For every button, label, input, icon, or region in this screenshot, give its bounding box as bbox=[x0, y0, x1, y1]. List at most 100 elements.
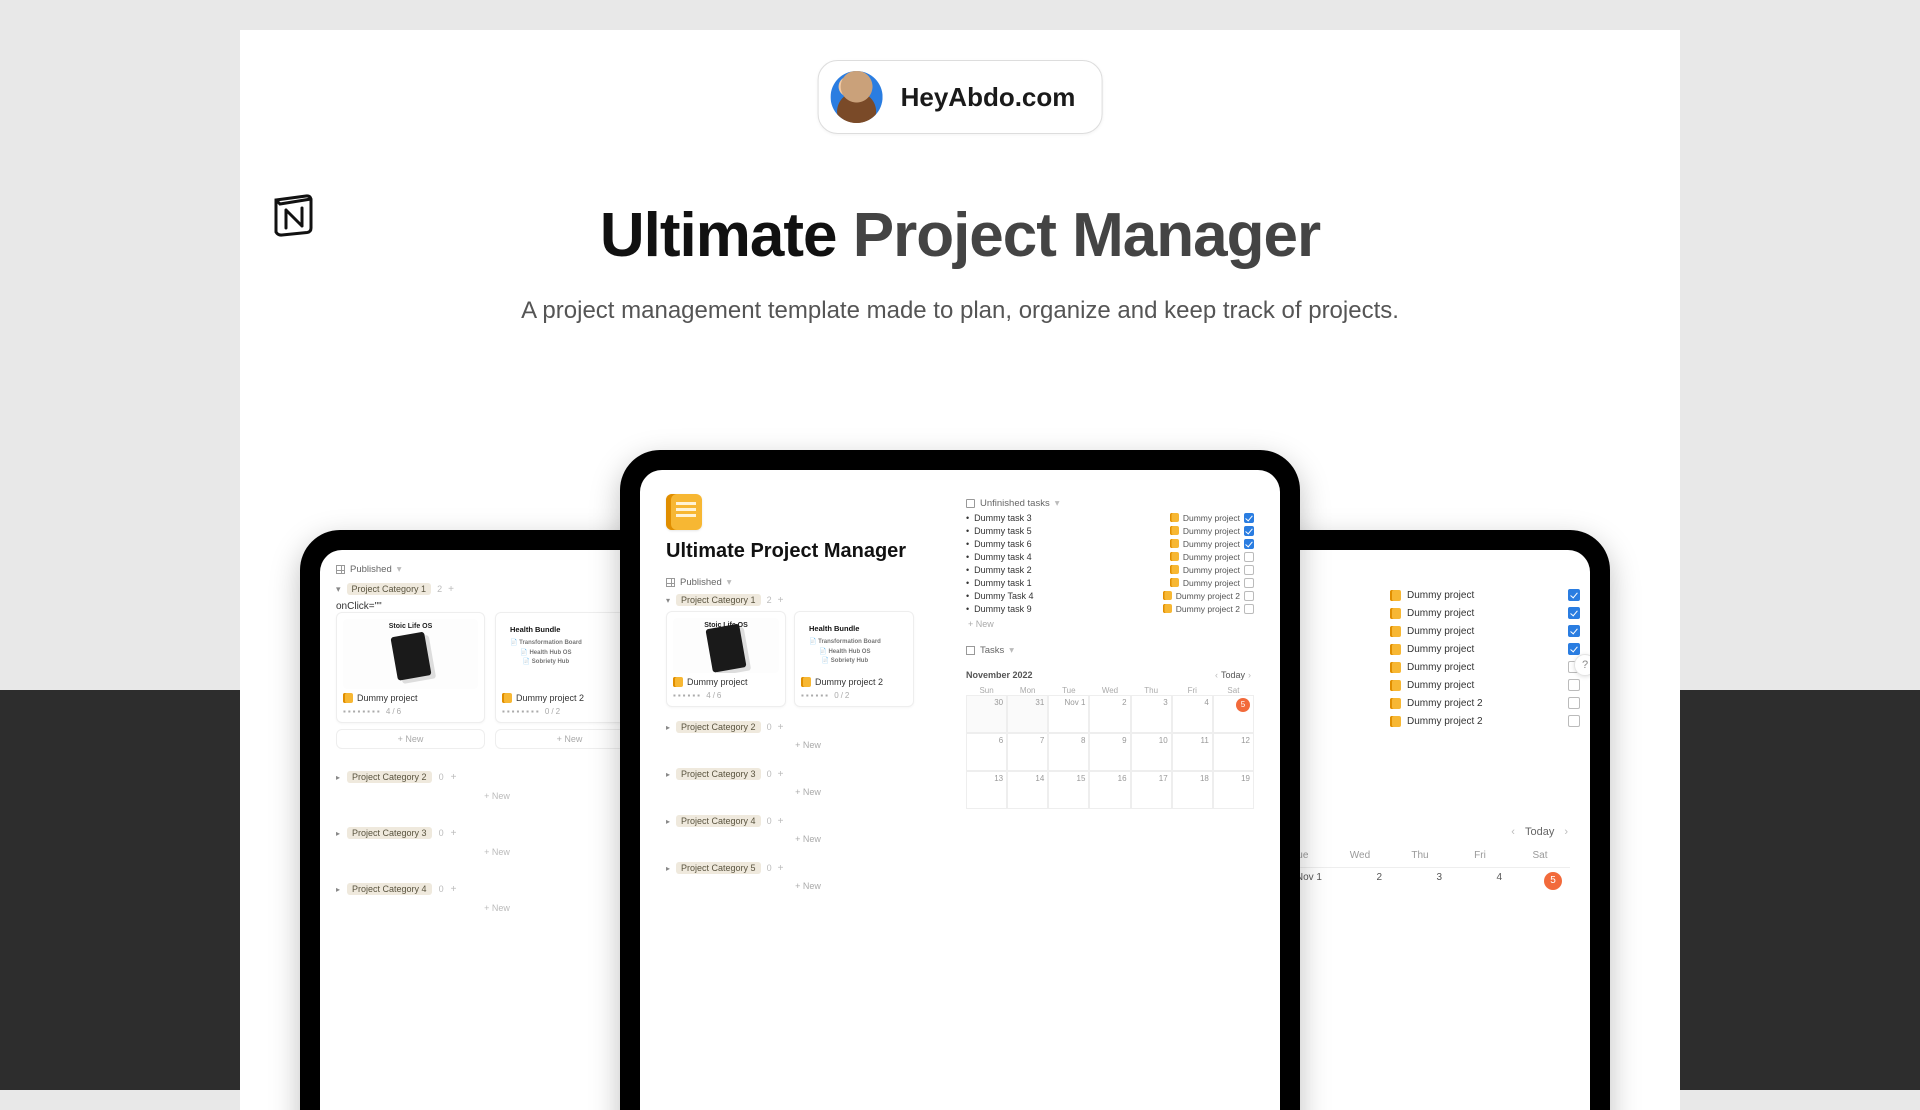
new-card-button[interactable]: New bbox=[680, 830, 936, 848]
add-icon[interactable]: + bbox=[778, 863, 784, 874]
calendar-next[interactable]: › bbox=[1245, 670, 1254, 680]
calendar-cell[interactable]: 3 bbox=[1131, 695, 1172, 733]
calendar-cell[interactable]: 17 bbox=[1131, 771, 1172, 809]
new-card-button[interactable]: New bbox=[336, 729, 485, 749]
week-next[interactable]: › bbox=[1564, 826, 1568, 838]
task-row[interactable]: Dummy task 1 Dummy project bbox=[966, 576, 1254, 589]
task-row[interactable]: Dummy task 2 Dummy project bbox=[966, 563, 1254, 576]
project-checkbox[interactable] bbox=[1568, 643, 1580, 655]
project-card[interactable]: Dummy project ▪▪▪▪▪▪▪▪ 4/6 bbox=[336, 612, 485, 723]
task-checkbox[interactable] bbox=[1244, 604, 1254, 614]
add-icon[interactable]: + bbox=[451, 828, 457, 839]
project-checkbox[interactable] bbox=[1568, 589, 1580, 601]
project-checkbox[interactable] bbox=[1568, 679, 1580, 691]
project-row[interactable]: Dummy project bbox=[1390, 676, 1580, 694]
help-button[interactable]: ? bbox=[1574, 654, 1590, 676]
calendar-cell[interactable]: 30 bbox=[966, 695, 1007, 733]
calendar-prev[interactable]: ‹ bbox=[1212, 670, 1221, 680]
add-icon[interactable]: + bbox=[451, 772, 457, 783]
calendar-cell[interactable]: 11 bbox=[1172, 733, 1213, 771]
week-day-cell[interactable]: 5 bbox=[1510, 867, 1570, 920]
new-card-button[interactable]: New bbox=[680, 736, 936, 754]
task-checkbox[interactable] bbox=[1244, 565, 1254, 575]
project-row[interactable]: Dummy project bbox=[1390, 604, 1580, 622]
task-checkbox[interactable] bbox=[1244, 591, 1254, 601]
add-icon[interactable]: + bbox=[778, 769, 784, 780]
new-card-button[interactable]: New bbox=[680, 877, 936, 895]
project-checkbox[interactable] bbox=[1568, 697, 1580, 709]
new-card-button[interactable]: New bbox=[680, 783, 936, 801]
project-checkbox[interactable] bbox=[1568, 715, 1580, 727]
category-header[interactable]: ▸ Project Category 2 0 + bbox=[336, 771, 644, 783]
task-label: Dummy task 3 bbox=[974, 513, 1032, 523]
task-row[interactable]: Dummy task 6 Dummy project bbox=[966, 537, 1254, 550]
project-row[interactable]: Dummy project bbox=[1390, 640, 1580, 658]
category-header[interactable]: ▸ Project Category 5 0 + bbox=[666, 862, 936, 874]
calendar-cell[interactable]: 12 bbox=[1213, 733, 1254, 771]
task-checkbox[interactable] bbox=[1244, 526, 1254, 536]
week-day-cell[interactable]: 4 bbox=[1450, 867, 1510, 920]
task-row[interactable]: Dummy task 4 Dummy project bbox=[966, 550, 1254, 563]
add-icon[interactable]: + bbox=[778, 722, 784, 733]
card-title: Dummy project 2 bbox=[516, 693, 584, 703]
category-1-header[interactable]: ▾ Project Category 1 2 + bbox=[336, 583, 644, 595]
calendar-cell[interactable]: 6 bbox=[966, 733, 1007, 771]
calendar-cell[interactable]: 19 bbox=[1213, 771, 1254, 809]
published-view[interactable]: Published ▾ bbox=[336, 564, 644, 575]
calendar-cell[interactable]: 15 bbox=[1048, 771, 1089, 809]
calendar-cell[interactable]: 5 bbox=[1213, 695, 1254, 733]
project-checkbox[interactable] bbox=[1568, 607, 1580, 619]
category-header[interactable]: ▸ Project Category 3 0 + bbox=[336, 827, 644, 839]
category-1-header[interactable]: ▾ Project Category 1 2 + bbox=[666, 594, 936, 606]
category-header[interactable]: ▸ Project Category 4 0 + bbox=[666, 815, 936, 827]
add-icon[interactable]: + bbox=[451, 884, 457, 895]
add-icon[interactable]: + bbox=[778, 595, 784, 606]
calendar-today-button[interactable]: Today bbox=[1221, 670, 1245, 680]
new-card-button[interactable]: New bbox=[350, 843, 644, 861]
project-row[interactable]: Dummy project bbox=[1390, 622, 1580, 640]
calendar-cell[interactable]: 4 bbox=[1172, 695, 1213, 733]
project-card[interactable]: Dummy project ▪▪▪▪▪▪ 4/6 bbox=[666, 611, 786, 707]
project-card[interactable]: 📄 Transformation Board📄 Health Hub OS📄 S… bbox=[794, 611, 914, 707]
week-prev[interactable]: ‹ bbox=[1511, 826, 1515, 838]
unfinished-tasks-view[interactable]: Unfinished tasks ▾ bbox=[966, 498, 1254, 509]
task-checkbox[interactable] bbox=[1244, 578, 1254, 588]
calendar-cell[interactable]: 13 bbox=[966, 771, 1007, 809]
tasks-calendar-view[interactable]: Tasks ▾ bbox=[966, 645, 1254, 656]
task-checkbox[interactable] bbox=[1244, 539, 1254, 549]
profile-badge[interactable]: HeyAbdo.com bbox=[818, 60, 1103, 134]
week-today-button[interactable]: Today bbox=[1525, 826, 1554, 838]
add-icon[interactable]: + bbox=[448, 584, 454, 595]
task-row[interactable]: Dummy task 5 Dummy project bbox=[966, 524, 1254, 537]
calendar-cell[interactable]: 10 bbox=[1131, 733, 1172, 771]
category-header[interactable]: ▸ Project Category 4 0 + bbox=[336, 883, 644, 895]
project-checkbox[interactable] bbox=[1568, 625, 1580, 637]
calendar-cell[interactable]: 31 bbox=[1007, 695, 1048, 733]
week-day-cell[interactable]: 3 bbox=[1390, 867, 1450, 920]
new-task-button[interactable]: New bbox=[966, 615, 1254, 633]
calendar-cell[interactable]: 2 bbox=[1089, 695, 1130, 733]
week-day-cell[interactable]: 2 bbox=[1330, 867, 1390, 920]
project-row[interactable]: Dummy project bbox=[1390, 658, 1580, 676]
project-row[interactable]: Dummy project 2 bbox=[1390, 694, 1580, 712]
task-row[interactable]: Dummy task 9 Dummy project 2 bbox=[966, 602, 1254, 615]
published-view[interactable]: Published ▾ bbox=[666, 577, 936, 588]
category-header[interactable]: ▸ Project Category 2 0 + bbox=[666, 721, 936, 733]
task-checkbox[interactable] bbox=[1244, 513, 1254, 523]
calendar-cell[interactable]: 9 bbox=[1089, 733, 1130, 771]
calendar-cell[interactable]: 7 bbox=[1007, 733, 1048, 771]
new-card-button[interactable]: New bbox=[350, 787, 644, 805]
project-row[interactable]: Dummy project bbox=[1390, 586, 1580, 604]
calendar-cell[interactable]: 16 bbox=[1089, 771, 1130, 809]
task-row[interactable]: Dummy Task 4 Dummy project 2 bbox=[966, 589, 1254, 602]
category-header[interactable]: ▸ Project Category 3 0 + bbox=[666, 768, 936, 780]
task-checkbox[interactable] bbox=[1244, 552, 1254, 562]
calendar-cell[interactable]: 18 bbox=[1172, 771, 1213, 809]
add-icon[interactable]: + bbox=[778, 816, 784, 827]
calendar-cell[interactable]: Nov 1 bbox=[1048, 695, 1089, 733]
task-row[interactable]: Dummy task 3 Dummy project bbox=[966, 511, 1254, 524]
calendar-cell[interactable]: 8 bbox=[1048, 733, 1089, 771]
new-card-button[interactable]: New bbox=[350, 899, 644, 917]
project-row[interactable]: Dummy project 2 bbox=[1390, 712, 1580, 730]
calendar-cell[interactable]: 14 bbox=[1007, 771, 1048, 809]
